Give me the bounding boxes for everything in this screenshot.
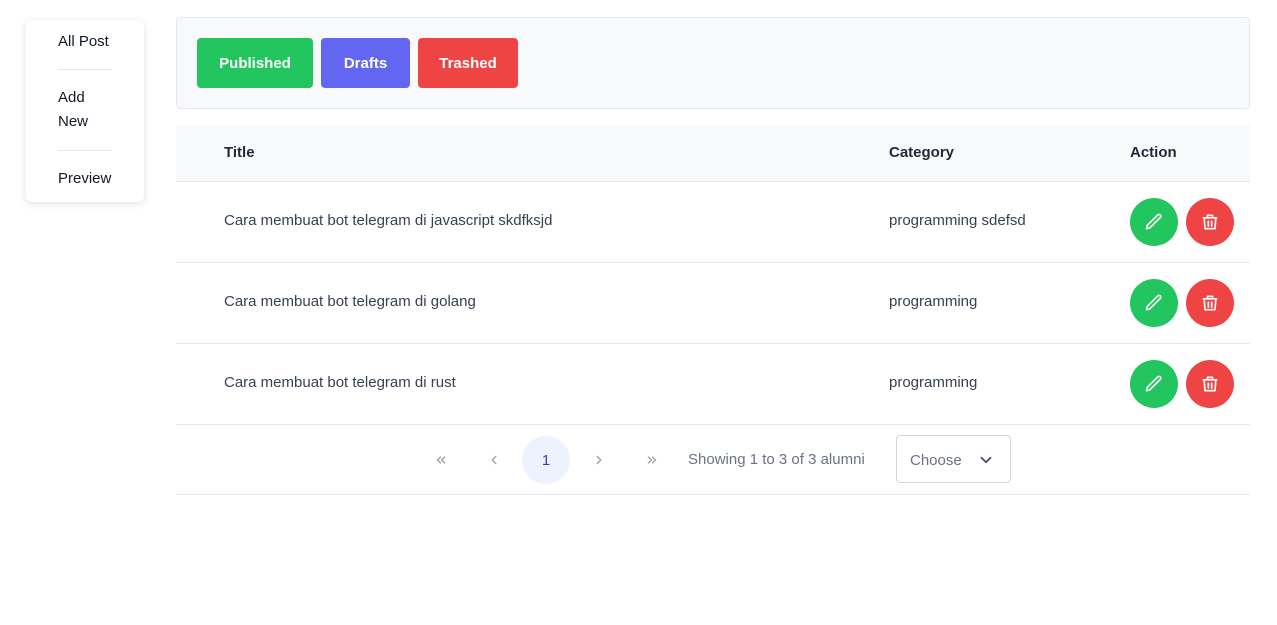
chevrons-right-icon <box>647 456 657 464</box>
drafts-button[interactable]: Drafts <box>321 38 410 88</box>
post-title: Cara membuat bot telegram di rust <box>224 374 456 391</box>
delete-button[interactable] <box>1186 360 1234 408</box>
post-title: Cara membuat bot telegram di javascript … <box>224 212 553 229</box>
pencil-icon <box>1145 294 1162 311</box>
sidebar-item-add-new[interactable]: Add New <box>58 86 112 134</box>
edit-button[interactable] <box>1130 279 1178 327</box>
edit-button[interactable] <box>1130 360 1178 408</box>
status-filter-bar: Published Drafts Trashed <box>176 17 1250 109</box>
trash-icon <box>1202 295 1218 311</box>
per-page-select[interactable]: Choose <box>896 435 1011 483</box>
chevron-down-icon <box>980 456 992 464</box>
table-row: Cara membuat bot telegram di rust progra… <box>176 344 1250 425</box>
published-button[interactable]: Published <box>197 38 313 88</box>
post-title: Cara membuat bot telegram di golang <box>224 293 476 310</box>
sidebar-item-preview[interactable]: Preview <box>58 167 111 191</box>
chevron-right-icon <box>596 455 602 465</box>
sidebar-item-all-post[interactable]: All Post <box>58 30 109 54</box>
table-row: Cara membuat bot telegram di javascript … <box>176 182 1250 263</box>
trashed-button[interactable]: Trashed <box>418 38 518 88</box>
previous-page-button[interactable] <box>470 436 518 484</box>
column-header-action: Action <box>1130 144 1177 161</box>
column-header-category[interactable]: Category <box>889 144 954 161</box>
chevron-left-icon <box>491 455 497 465</box>
first-page-button[interactable] <box>417 436 465 484</box>
divider <box>58 69 112 70</box>
table-row: Cara membuat bot telegram di golang prog… <box>176 263 1250 344</box>
last-page-button[interactable] <box>628 436 676 484</box>
pencil-icon <box>1145 213 1162 230</box>
post-category: programming <box>889 293 978 310</box>
delete-button[interactable] <box>1186 279 1234 327</box>
table-header: Title Category Action <box>176 125 1250 182</box>
delete-button[interactable] <box>1186 198 1234 246</box>
pagination: 1 Showing 1 to 3 of 3 alumni Choose <box>176 425 1250 495</box>
column-header-title[interactable]: Title <box>224 144 255 161</box>
next-page-button[interactable] <box>575 436 623 484</box>
divider <box>58 150 112 151</box>
select-value: Choose <box>910 452 962 469</box>
post-category: programming <box>889 374 978 391</box>
pencil-icon <box>1145 375 1162 392</box>
pagination-summary: Showing 1 to 3 of 3 alumni <box>688 451 865 468</box>
page-number-button[interactable]: 1 <box>522 436 570 484</box>
chevrons-left-icon <box>436 456 446 464</box>
posts-table: Title Category Action Cara membuat bot t… <box>176 125 1250 495</box>
edit-button[interactable] <box>1130 198 1178 246</box>
sidebar: All Post Add New Preview <box>26 20 144 202</box>
trash-icon <box>1202 376 1218 392</box>
post-category: programming sdefsd <box>889 212 1026 229</box>
trash-icon <box>1202 214 1218 230</box>
